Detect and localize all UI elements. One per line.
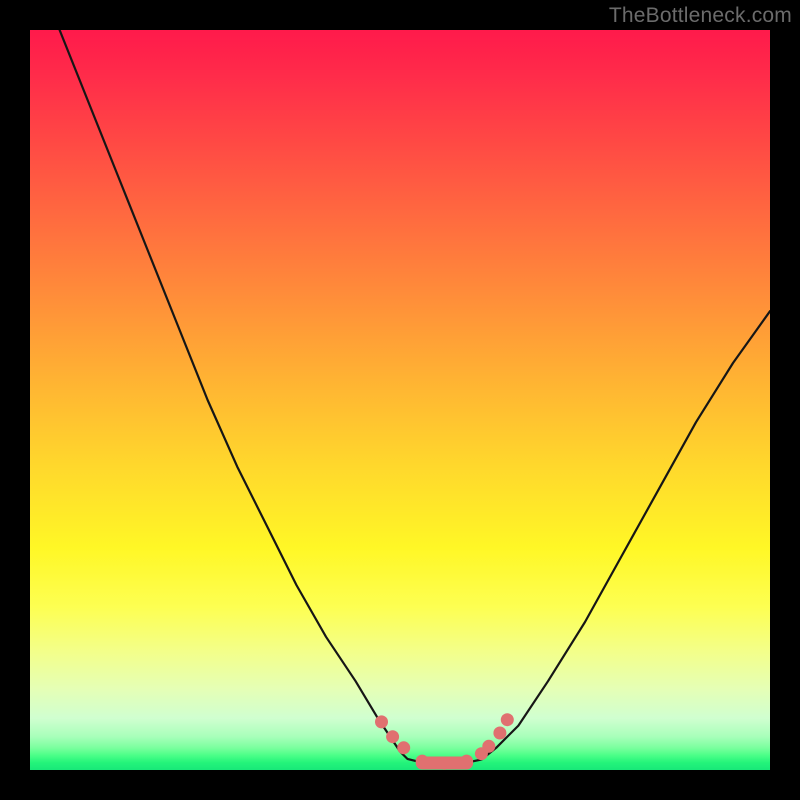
bottleneck-curve-chart: [30, 30, 770, 770]
optimal-zone-markers: [375, 713, 514, 770]
watermark-text: TheBottleneck.com: [609, 4, 792, 28]
plot-area: [30, 30, 770, 770]
chart-frame: TheBottleneck.com: [0, 0, 800, 800]
bottleneck-curve: [60, 30, 770, 763]
